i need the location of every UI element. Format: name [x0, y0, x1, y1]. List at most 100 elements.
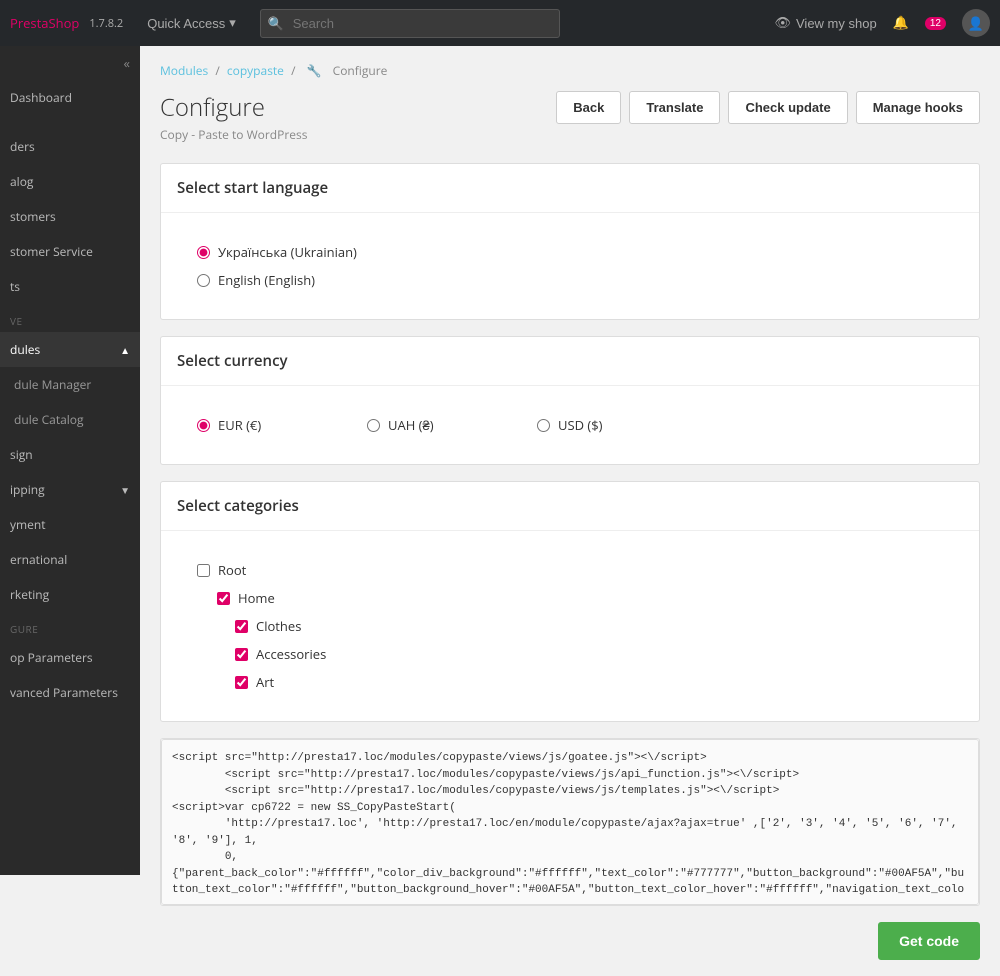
collapse-icon: « — [124, 54, 130, 72]
category-checkbox-home[interactable] — [217, 592, 230, 605]
sidebar-item-label: sign — [10, 446, 33, 463]
sidebar-item-shipping[interactable]: ipping ▼ — [0, 472, 140, 507]
breadcrumb-sep2: / — [291, 62, 299, 79]
language-radio-en[interactable] — [197, 274, 210, 287]
sidebar-item-dashboard[interactable]: Dashboard — [0, 80, 140, 115]
category-label-root: Root — [218, 561, 246, 579]
sidebar-item-modules[interactable]: dules ▲ — [0, 332, 140, 367]
categories-card-title: Select categories — [161, 482, 979, 531]
breadcrumb-configure: 🔧 — [307, 62, 325, 79]
sidebar-section-configure: GURE — [0, 612, 140, 640]
category-label-accessories: Accessories — [256, 645, 326, 663]
sidebar-item-label: alog — [10, 173, 33, 190]
code-card-body — [161, 739, 979, 905]
get-code-button[interactable]: Get code — [878, 922, 980, 960]
currency-label-eur: EUR (€) — [218, 416, 261, 434]
language-radio-uk[interactable] — [197, 246, 210, 259]
manage-hooks-button[interactable]: Manage hooks — [856, 91, 980, 124]
category-root[interactable]: Root — [197, 561, 943, 579]
user-icon: 👤 — [968, 14, 984, 32]
check-update-button[interactable]: Check update — [728, 91, 847, 124]
nav-right: 👁 View my shop 🔔 12 👤 — [774, 9, 990, 37]
currency-radio-eur[interactable] — [197, 419, 210, 432]
categories-checkbox-group: Root Home Clothes Accessories Art — [177, 551, 963, 701]
sidebar-item-shop-parameters[interactable]: op Parameters — [0, 640, 140, 675]
badge-updates: 12 — [925, 17, 946, 30]
currency-card-body: EUR (€) UAH (₴) USD ($) — [161, 386, 979, 464]
chevron-down-icon: ▼ — [120, 483, 130, 497]
category-checkbox-accessories[interactable] — [235, 648, 248, 661]
category-label-clothes: Clothes — [256, 617, 301, 635]
language-option-uk[interactable]: Українська (Ukrainian) — [197, 243, 943, 261]
page-subtitle: Copy - Paste to WordPress — [160, 126, 307, 143]
sidebar-item-customers[interactable]: stomers — [0, 199, 140, 234]
categories-card-body: Root Home Clothes Accessories Art — [161, 531, 979, 721]
language-option-en[interactable]: English (English) — [197, 271, 943, 289]
page-header: Configure Copy - Paste to WordPress Back… — [160, 91, 980, 143]
search-icon: 🔍 — [268, 14, 284, 32]
top-nav: PrestaShop 1.7.8.2 Quick Access ▾ 🔍 👁 Vi… — [0, 0, 1000, 46]
category-home[interactable]: Home — [197, 589, 943, 607]
sidebar-item-label: ernational — [10, 551, 67, 568]
avatar[interactable]: 👤 — [962, 9, 990, 37]
back-button[interactable]: Back — [556, 91, 621, 124]
currency-option-usd[interactable]: USD ($) — [537, 416, 657, 434]
sidebar-section-improve: VE — [0, 304, 140, 332]
sidebar-item-customer-service[interactable]: stomer Service — [0, 234, 140, 269]
sidebar-item-stats[interactable]: ts — [0, 269, 140, 304]
view-my-shop-button[interactable]: 👁 View my shop — [774, 15, 876, 31]
page-title-group: Configure Copy - Paste to WordPress — [160, 91, 307, 143]
sidebar-item-design[interactable]: sign — [0, 437, 140, 472]
notifications-button[interactable]: 🔔 — [893, 15, 909, 31]
sidebar-item-catalog[interactable]: alog — [0, 164, 140, 199]
breadcrumb-copypaste[interactable]: copypaste — [227, 62, 284, 79]
currency-radio-group: EUR (€) UAH (₴) USD ($) — [177, 406, 963, 444]
currency-option-eur[interactable]: EUR (€) — [197, 416, 317, 434]
sidebar-item-orders[interactable]: ders — [0, 129, 140, 164]
category-art[interactable]: Art — [197, 673, 943, 691]
bell-icon: 🔔 — [893, 15, 909, 31]
code-textarea[interactable] — [162, 740, 978, 900]
currency-radio-uah[interactable] — [367, 419, 380, 432]
sidebar-item-module-manager[interactable]: dule Manager — [0, 367, 140, 402]
category-checkbox-art[interactable] — [235, 676, 248, 689]
logo: PrestaShop 1.7.8.2 — [10, 14, 123, 32]
code-card — [160, 738, 980, 906]
sidebar-item-label: dules — [10, 341, 40, 358]
currency-card: Select currency EUR (€) UAH (₴) USD ($) — [160, 336, 980, 465]
language-card-title: Select start language — [161, 164, 979, 213]
eye-icon: 👁 — [774, 15, 791, 31]
category-clothes[interactable]: Clothes — [197, 617, 943, 635]
search-input[interactable] — [260, 9, 560, 38]
chevron-down-icon: ▾ — [229, 15, 236, 31]
category-checkbox-root[interactable] — [197, 564, 210, 577]
breadcrumb-modules[interactable]: Modules — [160, 62, 208, 79]
sidebar-item-international[interactable]: ernational — [0, 542, 140, 577]
logo-version: 1.7.8.2 — [89, 16, 123, 31]
sidebar-item-label: yment — [10, 516, 46, 533]
language-label-uk: Українська (Ukrainian) — [218, 243, 357, 261]
sidebar-toggle[interactable]: « — [0, 46, 140, 80]
bottom-action: Get code — [160, 922, 980, 960]
sidebar-item-label: Dashboard — [10, 89, 72, 106]
sidebar-item-label: vanced Parameters — [10, 684, 118, 701]
sidebar-item-label: stomers — [10, 208, 56, 225]
main-content: Modules / copypaste / 🔧 Configure Config… — [140, 46, 1000, 976]
quick-access-button[interactable]: Quick Access ▾ — [139, 11, 244, 35]
sidebar-item-label: stomer Service — [10, 243, 93, 260]
sidebar-item-payment[interactable]: yment — [0, 507, 140, 542]
category-checkbox-clothes[interactable] — [235, 620, 248, 633]
category-label-home: Home — [238, 589, 275, 607]
sidebar-item-label: rketing — [10, 586, 49, 603]
sidebar-item-marketing[interactable]: rketing — [0, 577, 140, 612]
currency-radio-usd[interactable] — [537, 419, 550, 432]
category-accessories[interactable]: Accessories — [197, 645, 943, 663]
sidebar-item-label: ders — [10, 138, 35, 155]
translate-button[interactable]: Translate — [629, 91, 720, 124]
sidebar-item-module-catalog[interactable]: dule Catalog — [0, 402, 140, 437]
currency-label-uah: UAH (₴) — [388, 416, 434, 434]
category-label-art: Art — [256, 673, 274, 691]
sidebar-item-advanced-parameters[interactable]: vanced Parameters — [0, 675, 140, 710]
updates-button[interactable]: 12 — [925, 17, 946, 30]
currency-option-uah[interactable]: UAH (₴) — [367, 416, 487, 434]
